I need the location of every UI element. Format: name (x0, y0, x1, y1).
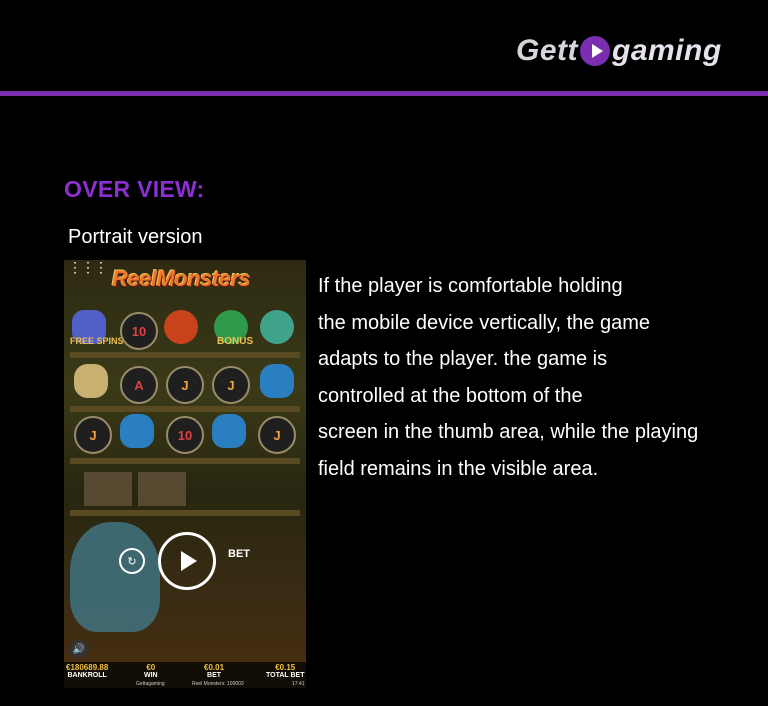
footer-brand: Gettagaming (136, 681, 165, 687)
bet-button[interactable]: BET (228, 548, 250, 560)
menu-icon[interactable]: ⋮⋮⋮ (68, 260, 108, 280)
bankroll-stat: €180689.88 BANKROLL (66, 664, 108, 680)
jack-symbol: J (74, 416, 112, 454)
description-line: If the player is comfortable holding (318, 275, 623, 297)
total-bet-value: €0.15 (275, 663, 296, 672)
ace-symbol: A (120, 366, 158, 404)
jack-symbol: J (166, 366, 204, 404)
blue-monster-symbol (212, 414, 246, 448)
bonus-label: BONUS (217, 336, 254, 347)
win-label: WIN (144, 672, 158, 679)
description-line: adapts to the player. the game is (318, 348, 608, 370)
win-value: €0 (146, 663, 156, 672)
shelf (70, 406, 300, 412)
play-icon (181, 551, 197, 571)
footer-time: 17:41 (292, 681, 305, 687)
crate (138, 472, 186, 506)
section-title: OVER VIEW: (64, 176, 205, 202)
red-monster-symbol (164, 310, 198, 344)
description-line: the mobile device vertically, the game (318, 311, 651, 334)
subtitle: Portrait version (68, 226, 203, 248)
bet-label: BET (207, 672, 222, 679)
sound-icon[interactable]: 🔊 (70, 640, 88, 658)
description: If the player is comfortable holding the… (318, 268, 758, 487)
game-title: ReelMonsters (112, 266, 251, 291)
logo: Gett gaming (516, 34, 722, 68)
description-line: controlled at the bottom of the (318, 384, 583, 407)
total-bet-stat: €0.15 TOTAL BET (266, 664, 305, 680)
game-screenshot: ⋮⋮⋮ ReelMonsters FREE SPINS 10 BONUS A J… (64, 260, 306, 688)
shelf (70, 352, 300, 358)
bankroll-label: BANKROLL (67, 672, 107, 679)
logo-play-icon (580, 36, 610, 66)
shelf (70, 458, 300, 464)
logo-text-gaming: gaming (612, 34, 722, 67)
big-monster (70, 522, 160, 632)
description-line: field remains in the visible area. (318, 457, 599, 480)
crate (84, 472, 132, 506)
blue-monster-symbol (260, 364, 294, 398)
bet-value: €0.01 (204, 663, 225, 672)
ten-symbol: 10 (166, 416, 204, 454)
ten-symbol: 10 (120, 312, 158, 350)
shelf (70, 510, 300, 516)
bet-stat: €0.01 BET (204, 664, 224, 680)
footer-game-id: Reel Monsters: 100003 (192, 681, 244, 687)
free-spins-label: FREE SPINS (70, 336, 124, 346)
jack-symbol: J (258, 416, 296, 454)
win-stat: €0 WIN (144, 664, 158, 680)
teal-monster-symbol (260, 310, 294, 344)
logo-text-gett: Gett (516, 34, 578, 67)
description-line: screen in the thumb area, while the play… (318, 421, 699, 443)
owl-monster-symbol (74, 364, 108, 398)
header-divider (0, 91, 768, 96)
bankroll-value: €180689.88 (66, 663, 109, 672)
spin-button[interactable] (158, 532, 216, 590)
total-bet-label: TOTAL BET (266, 672, 305, 679)
blue-monster-symbol (120, 414, 154, 448)
jack-symbol: J (212, 366, 250, 404)
autoplay-icon[interactable]: ↻ (119, 548, 145, 574)
